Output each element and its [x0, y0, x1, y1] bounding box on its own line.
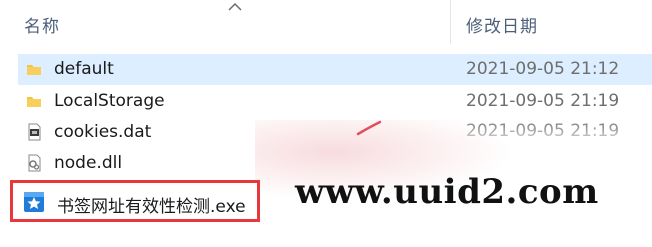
folder-icon — [27, 97, 41, 107]
exe-star-icon — [24, 192, 44, 212]
file-name: 书签网址有效性检测.exe — [57, 197, 246, 217]
dat-file-icon — [28, 123, 41, 141]
date-modified-column-header[interactable]: 修改日期 — [466, 12, 538, 37]
highlighted-file-row-exe[interactable]: 书签网址有效性检测.exe — [10, 180, 260, 222]
file-row-localstorage[interactable]: LocalStorage 2021-09-05 21:19 — [18, 86, 652, 117]
name-column-header[interactable]: 名称 — [24, 12, 60, 37]
column-divider[interactable] — [450, 0, 451, 44]
folder-icon — [27, 65, 41, 75]
dll-file-icon — [28, 154, 41, 172]
column-header: 名称 修改日期 — [0, 0, 652, 44]
file-name: cookies.dat — [54, 122, 152, 142]
file-name: LocalStorage — [54, 91, 165, 111]
pen-stroke-mark — [356, 120, 382, 136]
file-date: 2021-09-05 21:12 — [466, 59, 620, 79]
file-row-default[interactable]: default 2021-09-05 21:12 — [18, 54, 652, 85]
file-date: 2021-09-05 21:19 — [466, 91, 620, 111]
file-name: default — [54, 59, 114, 79]
watermark-text: www.uuid2.com — [295, 172, 599, 212]
file-name: node.dll — [54, 153, 123, 173]
sort-ascending-icon — [228, 2, 242, 11]
